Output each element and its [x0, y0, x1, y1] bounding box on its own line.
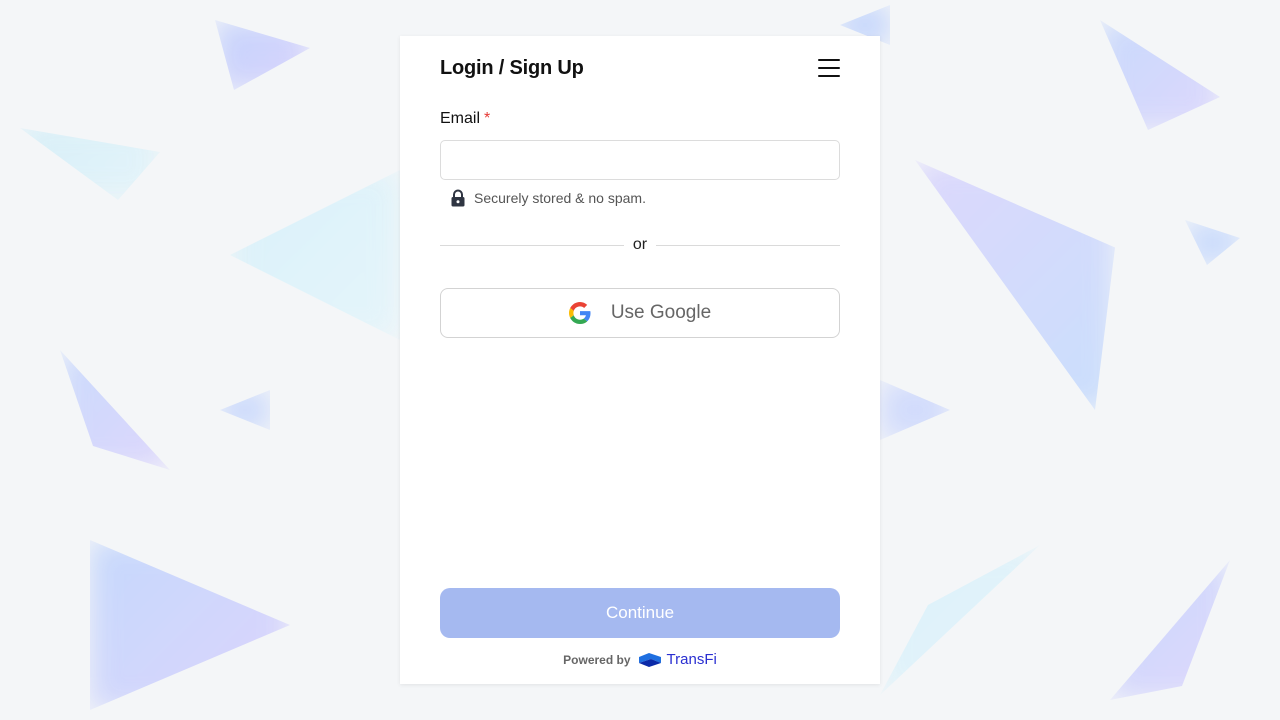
menu-bar [818, 59, 840, 61]
or-divider: or [440, 235, 841, 255]
powered-by: Powered by TransFi [400, 651, 880, 668]
secure-note: Securely stored & no spam. [450, 189, 646, 207]
background-shape [60, 350, 170, 470]
google-button-label: Use Google [610, 302, 712, 323]
secure-note-text: Securely stored & no spam. [474, 190, 646, 206]
background-shape [880, 545, 1040, 695]
background-shape [230, 170, 400, 340]
background-shape [880, 380, 950, 440]
transfi-logo-icon [638, 652, 661, 667]
menu-bar [818, 67, 840, 69]
menu-bar [818, 75, 840, 77]
hamburger-menu-icon[interactable] [818, 59, 840, 77]
divider-text: or [632, 236, 648, 253]
background-shape [1110, 560, 1230, 700]
google-logo-icon [568, 302, 591, 324]
background-shape [90, 540, 290, 710]
divider-line [656, 244, 841, 246]
page-title: Login / Sign Up [440, 56, 584, 79]
powered-by-label: Powered by [563, 652, 631, 667]
background-shape [215, 20, 310, 90]
brand-name: TransFi [666, 651, 717, 668]
lock-icon [451, 189, 465, 207]
background-shape [1185, 220, 1240, 265]
background-shape [20, 128, 160, 200]
login-card: Login / Sign Up Email * Securely stored &… [400, 36, 880, 684]
email-label: Email * [440, 110, 490, 128]
background-shape [220, 390, 270, 430]
background-shape [1100, 20, 1220, 130]
google-signin-button[interactable]: Use Google [440, 288, 840, 338]
email-field[interactable] [440, 140, 840, 180]
email-label-text: Email [440, 110, 481, 127]
divider-line [440, 244, 624, 246]
required-marker: * [484, 110, 491, 127]
background-shape [915, 160, 1115, 410]
continue-button[interactable]: Continue [440, 588, 840, 638]
brand-link[interactable]: TransFi [638, 651, 717, 668]
card-header: Login / Sign Up [440, 56, 840, 79]
